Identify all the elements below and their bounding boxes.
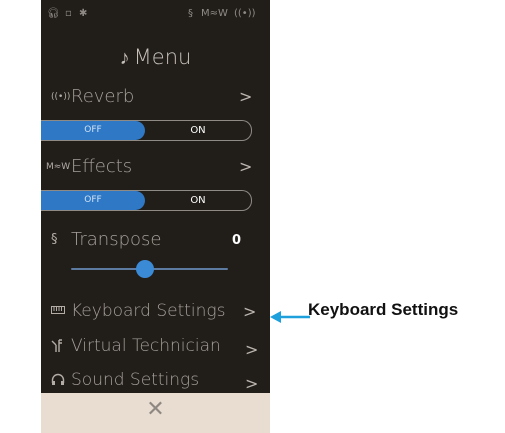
effects-off-button[interactable]: OFF [41, 191, 145, 210]
reverb-off-button[interactable]: OFF [41, 121, 145, 140]
menu-item-keyboard-settings[interactable]: Keyboard Settings > [41, 297, 270, 331]
reverb-toggle[interactable]: OFF ON [41, 120, 252, 141]
usb-icon: ▫ [65, 8, 72, 19]
headphones-icon: 🎧︎ [47, 8, 60, 19]
headphones-icon [51, 373, 65, 390]
effects-toggle[interactable]: OFF ON [41, 190, 252, 211]
chevron-right-icon: > [239, 87, 253, 106]
reverb-icon: ((•)) [234, 8, 256, 19]
chevron-right-icon: > [245, 340, 259, 359]
bottom-bar: ✕ [41, 393, 270, 433]
keyboard-settings-label: Keyboard Settings [71, 301, 226, 321]
close-button[interactable]: ✕ [41, 397, 270, 422]
status-bar: 🎧︎ ▫ ✱ § M≈W ((•)) [41, 0, 270, 30]
effects-label: Effects [71, 156, 133, 177]
chevron-right-icon: > [245, 374, 259, 393]
transpose-label: Transpose [71, 229, 162, 250]
reverb-label: Reverb [71, 86, 135, 107]
virtual-technician-label: Virtual Technician [71, 336, 221, 356]
reverb-on-button[interactable]: ON [145, 121, 251, 140]
reverb-icon: ((•)) [51, 92, 71, 102]
chevron-right-icon: > [239, 157, 253, 176]
menu-title: ♪ Menu [41, 45, 270, 70]
callout-arrow [270, 311, 310, 323]
transpose-icon: § [51, 232, 58, 247]
bluetooth-icon: ✱ [79, 8, 88, 19]
menu-title-text: Menu [133, 45, 192, 69]
callout-label: Keyboard Settings [308, 300, 459, 319]
technician-icon [51, 339, 63, 357]
transpose-slider-handle[interactable] [136, 260, 154, 278]
effects-on-button[interactable]: ON [145, 191, 251, 210]
menu-item-reverb[interactable]: ((•)) Reverb > [41, 82, 270, 116]
menu-item-effects[interactable]: M≈W Effects > [41, 152, 270, 186]
music-note-icon: ♪ [119, 45, 130, 69]
effects-icon: M≈W [46, 162, 71, 172]
effects-icon: M≈W [201, 8, 228, 19]
transpose-value: 0 [232, 233, 242, 248]
menu-item-transpose[interactable]: § Transpose 0 [41, 225, 270, 259]
keyboard-icon [51, 304, 65, 319]
menu-item-virtual-technician[interactable]: Virtual Technician > [41, 332, 270, 366]
chevron-right-icon: > [243, 302, 257, 321]
menu-screen: 🎧︎ ▫ ✱ § M≈W ((•)) ♪ Menu ((•)) Reverb > … [41, 0, 270, 433]
sound-settings-label: Sound Settings [71, 370, 200, 390]
transpose-icon: § [188, 8, 193, 19]
